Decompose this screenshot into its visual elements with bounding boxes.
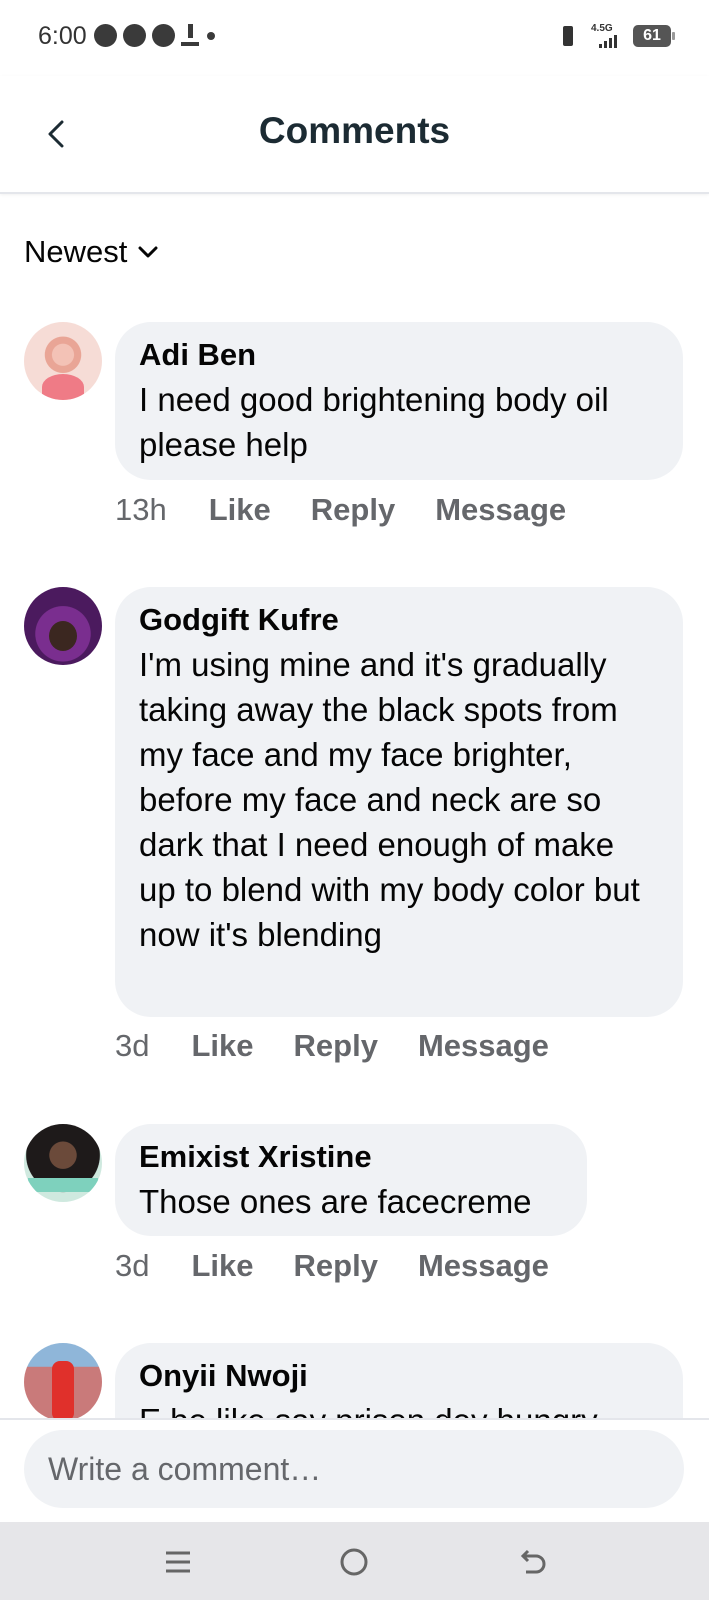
- comment-author[interactable]: Onyii Nwoji: [139, 1357, 659, 1394]
- avatar[interactable]: [24, 1124, 102, 1202]
- like-button[interactable]: Like: [191, 1028, 253, 1064]
- vibrate-icon: [557, 25, 579, 47]
- facebook-icon: [94, 24, 117, 47]
- comment-actions: 3d Like Reply Message: [115, 1028, 589, 1064]
- system-nav-bar: [0, 1522, 709, 1600]
- dot-icon: [207, 31, 215, 40]
- comment-text: I need good brightening body oil please …: [139, 381, 609, 463]
- page-header: Comments: [0, 76, 709, 194]
- reply-button[interactable]: Reply: [294, 1028, 378, 1064]
- comment-bubble: Emixist Xristine Those ones are facecrem…: [115, 1124, 587, 1236]
- status-bar: 6:00 4.5G 61: [0, 0, 709, 76]
- comment-author[interactable]: Emixist Xristine: [139, 1138, 563, 1175]
- comment-author[interactable]: Adi Ben: [139, 336, 659, 373]
- comment-age: 3d: [115, 1248, 150, 1283]
- like-button[interactable]: Like: [191, 1248, 253, 1284]
- avatar[interactable]: [24, 1343, 102, 1421]
- back-arrow-icon: [520, 1549, 546, 1574]
- comment-bubble: Adi Ben I need good brightening body oil…: [115, 322, 683, 480]
- home-nav-button[interactable]: [334, 1542, 374, 1582]
- status-time: 6:00: [38, 22, 87, 50]
- network-type: 4.5G: [591, 23, 613, 34]
- comment-composer: [0, 1418, 709, 1524]
- message-button[interactable]: Message: [418, 1248, 549, 1284]
- comment-author[interactable]: Godgift Kufre: [139, 601, 659, 638]
- like-button[interactable]: Like: [209, 492, 271, 528]
- comment-actions: 3d Like Reply Message: [115, 1248, 589, 1284]
- reply-button[interactable]: Reply: [294, 1248, 378, 1284]
- message-button[interactable]: Message: [435, 492, 566, 528]
- menu-icon: [166, 1551, 190, 1573]
- comment-text: Those ones are facecreme: [139, 1183, 532, 1220]
- page-title: Comments: [258, 110, 451, 151]
- comment-input[interactable]: [24, 1430, 684, 1508]
- notification-icons: [94, 24, 215, 47]
- comment-age: 3d: [115, 1028, 150, 1063]
- messenger-icon: [152, 24, 175, 47]
- message-button[interactable]: Message: [418, 1028, 549, 1064]
- sort-dropdown[interactable]: Newest: [24, 234, 159, 270]
- sort-label: Newest: [24, 234, 128, 269]
- avatar[interactable]: [24, 587, 102, 665]
- chevron-down-icon: [138, 246, 158, 258]
- comment-age: 13h: [115, 492, 167, 527]
- status-right: 4.5G 61: [557, 24, 675, 48]
- battery-icon: 61: [633, 25, 675, 47]
- home-circle-icon: [340, 1548, 368, 1576]
- whatsapp-icon: [123, 24, 146, 47]
- comment-actions: 13h Like Reply Message: [115, 492, 606, 528]
- menu-nav-button[interactable]: [158, 1542, 198, 1582]
- comment-bubble: Godgift Kufre I'm using mine and it's gr…: [115, 587, 683, 1017]
- download-icon: [181, 24, 199, 47]
- reply-button[interactable]: Reply: [311, 492, 395, 528]
- comment-text: I'm using mine and it's gradually taking…: [139, 646, 640, 953]
- avatar[interactable]: [24, 322, 102, 400]
- back-nav-button[interactable]: [512, 1542, 552, 1582]
- signal-icon: 4.5G: [591, 24, 621, 48]
